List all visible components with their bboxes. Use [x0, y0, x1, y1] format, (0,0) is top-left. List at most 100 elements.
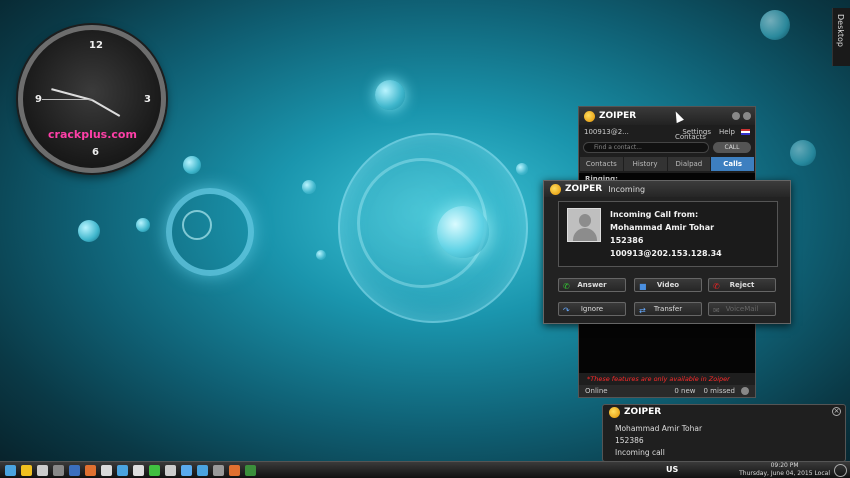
desktop-toolbox-tab[interactable]: Desktop	[832, 8, 850, 66]
taskbar-app-icon[interactable]	[165, 464, 176, 476]
missed-calls-count[interactable]: 0 missed	[704, 387, 736, 395]
dialog-subtitle: Incoming	[608, 184, 646, 194]
zoiper-logo-icon	[584, 110, 595, 122]
caller-details: Incoming Call from: Mohammad Amir Tohar …	[610, 208, 722, 260]
contact-search-input[interactable]: Find a contact...	[583, 141, 709, 153]
clock-numeral: 9	[35, 94, 42, 105]
close-icon[interactable]: ×	[832, 407, 841, 416]
notification-titlebar: ZOIPER	[603, 405, 845, 419]
taskbar-app-icon[interactable]	[5, 464, 16, 476]
zoiper-titlebar[interactable]: ZOIPER	[579, 107, 755, 125]
reject-button[interactable]: ✆ Reject	[708, 278, 776, 292]
voicemail-button[interactable]: ✉ VoiceMail	[708, 302, 776, 316]
window-title: ZOIPER	[599, 111, 637, 121]
minimize-icon[interactable]	[732, 112, 740, 120]
taskbar-clock[interactable]: 09:20 PM Thursday, June 04, 2015 Local	[739, 462, 830, 478]
clock-numeral: 3	[144, 94, 151, 105]
taskbar-app-icon[interactable]	[181, 464, 192, 476]
taskbar-app-icon[interactable]	[53, 464, 64, 476]
wallpaper-bubble	[516, 163, 528, 175]
clock-second-hand	[42, 99, 92, 100]
notification-title: ZOIPER	[624, 407, 662, 417]
leave-icon[interactable]	[834, 464, 847, 477]
caller-info-box: Incoming Call from: Mohammad Amir Tohar …	[558, 201, 778, 267]
call-button[interactable]: CALL	[713, 141, 751, 153]
hangup-icon: ✆	[713, 282, 720, 291]
transfer-icon: ⇄	[639, 306, 646, 315]
taskbar-app-icon[interactable]	[117, 464, 128, 476]
notification-message: Incoming call	[615, 448, 665, 457]
video-button[interactable]: ■ Video	[634, 278, 702, 292]
analog-clock-widget[interactable]: 12 3 6 9 crackplus.com	[18, 25, 166, 173]
clock-time: 09:20 PM	[770, 462, 799, 469]
taskbar-app-icon[interactable]	[69, 464, 80, 476]
caller-name: Mohammad Amir Tohar	[610, 223, 715, 232]
taskbar-launchers	[0, 464, 256, 476]
incoming-call-dialog: ZOIPER Incoming Incoming Call from: Moha…	[543, 180, 791, 324]
transfer-button[interactable]: ⇄ Transfer	[634, 302, 702, 316]
wallpaper-ring-left-inner	[182, 210, 212, 240]
taskbar-app-icon[interactable]	[197, 464, 208, 476]
account-selector[interactable]: 100913@2...	[584, 128, 682, 136]
notification-number: 152386	[615, 436, 644, 445]
incoming-heading: Incoming Call from:	[610, 210, 699, 219]
reject-label: Reject	[729, 281, 755, 289]
zoiper-logo-icon	[550, 183, 561, 195]
close-icon[interactable]	[743, 112, 751, 120]
incoming-titlebar[interactable]: ZOIPER Incoming	[544, 181, 790, 197]
tab-calls[interactable]: Calls	[711, 157, 754, 171]
clock-numeral: 6	[92, 147, 99, 158]
flag-icon[interactable]	[741, 129, 750, 135]
voicemail-label: VoiceMail	[725, 305, 759, 313]
taskbar-app-icon[interactable]	[213, 464, 224, 476]
tab-contacts[interactable]: Contacts	[580, 157, 623, 171]
ignore-button[interactable]: ↷ Ignore	[558, 302, 626, 316]
wallpaper-bubble	[302, 180, 316, 194]
wallpaper-bubble	[790, 140, 816, 166]
clock-date: Thursday, June 04, 2015 Local	[739, 470, 830, 477]
menu-help[interactable]: Help	[719, 128, 735, 136]
taskbar-app-icon[interactable]	[245, 464, 256, 476]
search-row: Find a contact... CALL	[579, 139, 755, 155]
options-icon[interactable]	[741, 387, 749, 395]
taskbar-app-icon[interactable]	[149, 464, 160, 476]
tooltip-contacts: Contacts	[675, 133, 706, 141]
new-messages-count[interactable]: 0 new	[674, 387, 695, 395]
wallpaper-bubble	[375, 80, 405, 110]
wallpaper-bubble	[316, 250, 326, 260]
menu-bar: 100913@2... Settings Help	[579, 125, 755, 139]
answer-button[interactable]: ✆ Answer	[558, 278, 626, 292]
zoiper-logo-icon	[609, 406, 620, 418]
dialog-title: ZOIPER	[565, 184, 603, 194]
taskbar-app-icon[interactable]	[101, 464, 112, 476]
taskbar: US 09:20 PM Thursday, June 04, 2015 Loca…	[0, 461, 850, 478]
taskbar-app-icon[interactable]	[85, 464, 96, 476]
caller-number: 152386	[610, 236, 644, 245]
wallpaper-bubble	[78, 220, 100, 242]
feature-notice[interactable]: *These features are only available in Zo…	[587, 375, 730, 383]
watermark-text: crackplus.com	[48, 128, 137, 141]
transfer-label: Transfer	[653, 305, 683, 313]
wallpaper-orb	[437, 206, 489, 258]
avatar-head	[579, 214, 591, 227]
tab-history[interactable]: History	[623, 157, 667, 171]
voicemail-icon: ✉	[713, 306, 720, 315]
wallpaper-bubble	[183, 156, 201, 174]
presence-selector[interactable]: Online	[585, 387, 674, 395]
keyboard-layout-indicator[interactable]: US	[666, 465, 678, 474]
camera-icon: ■	[639, 282, 647, 291]
taskbar-app-icon[interactable]	[229, 464, 240, 476]
phone-icon: ✆	[563, 282, 570, 291]
caller-uri: 100913@202.153.128.34	[610, 249, 722, 258]
tab-dialpad[interactable]: Dialpad	[667, 157, 711, 171]
taskbar-app-icon[interactable]	[133, 464, 144, 476]
status-bar: Online 0 new 0 missed	[579, 385, 755, 397]
clock-numeral: 12	[89, 40, 103, 51]
taskbar-app-icon[interactable]	[37, 464, 48, 476]
clock-hour-hand	[91, 99, 121, 117]
ignore-label: Ignore	[580, 305, 604, 313]
main-tabs: Contacts History Dialpad Calls	[579, 157, 755, 171]
call-notification[interactable]: ZOIPER × Mohammad Amir Tohar 152386 Inco…	[602, 404, 846, 462]
ignore-icon: ↷	[563, 306, 570, 315]
taskbar-app-icon[interactable]	[21, 464, 32, 476]
